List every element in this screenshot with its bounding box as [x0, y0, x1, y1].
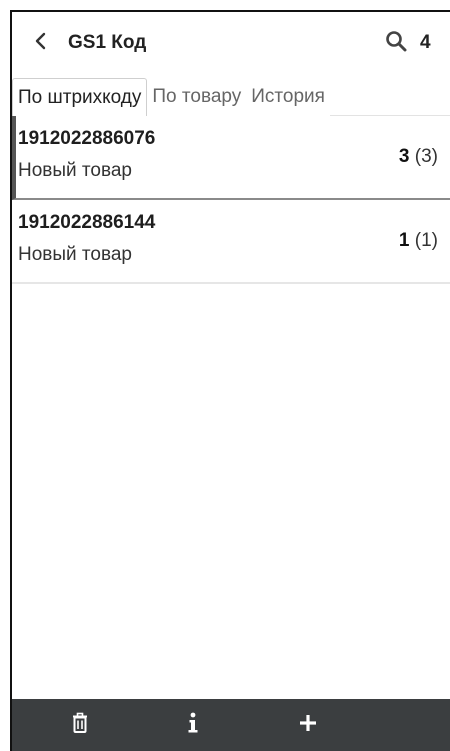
barcode-list: 1912022886076 Новый товар 3 (3) 19120228… [12, 116, 450, 284]
item-barcode: 1912022886076 [18, 128, 156, 149]
back-button[interactable] [12, 12, 68, 74]
tab-history[interactable]: История [246, 78, 330, 116]
screen-title: GS1 Код [68, 32, 147, 53]
list-item[interactable]: 1912022886076 Новый товар 3 (3) [12, 116, 450, 200]
item-qty-total: (1) [414, 230, 438, 251]
search-icon [385, 30, 407, 57]
item-name: Новый товар [18, 160, 132, 181]
app-frame: GS1 Код 4 По штрихкоду По товару История… [10, 10, 450, 751]
tab-bar: По штрихкоду По товару История [12, 78, 450, 116]
chevron-left-icon [33, 31, 47, 56]
bottom-toolbar [12, 699, 450, 751]
list-item-text: 1912022886076 Новый товар [16, 126, 399, 188]
list-item[interactable]: 1912022886144 Новый товар 1 (1) [12, 200, 450, 284]
plus-icon [298, 713, 318, 738]
item-quantity: 1 (1) [399, 230, 450, 252]
trash-icon [71, 712, 89, 739]
search-button[interactable] [372, 12, 420, 74]
item-quantity: 3 (3) [399, 146, 450, 168]
item-qty-value: 1 [398, 230, 410, 251]
scan-count: 4 [420, 32, 431, 53]
item-qty-value: 3 [398, 146, 410, 167]
tab-by-product[interactable]: По товару [147, 78, 246, 116]
add-button[interactable] [238, 699, 378, 751]
info-button[interactable] [148, 699, 238, 751]
tab-by-barcode[interactable]: По штрихкоду [12, 78, 148, 116]
info-icon [187, 712, 199, 739]
item-barcode: 1912022886144 [18, 212, 156, 233]
list-item-text: 1912022886144 Новый товар [12, 210, 399, 272]
item-name: Новый товар [18, 244, 132, 265]
delete-button[interactable] [12, 699, 148, 751]
top-app-bar: GS1 Код 4 [12, 12, 450, 74]
item-qty-total: (3) [414, 146, 438, 167]
